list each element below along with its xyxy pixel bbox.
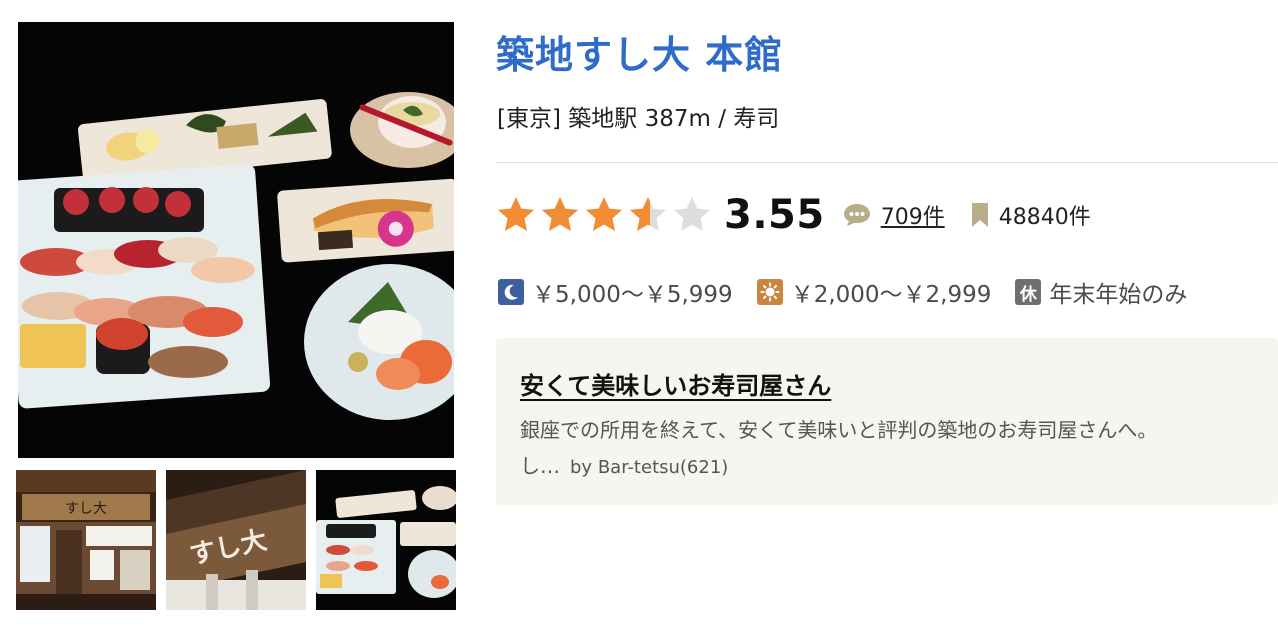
thumbnail-signboard[interactable]: すし大 — [166, 470, 306, 610]
dinner-price: ￥5,000～￥5,999 — [498, 275, 733, 309]
star-icon — [498, 197, 534, 231]
thumbnail-sushi-platter[interactable] — [316, 470, 456, 610]
dinner-price-label: ￥5,000～￥5,999 — [532, 282, 733, 308]
star-icon — [542, 197, 578, 231]
review-body-line2: し… — [520, 454, 560, 478]
star-rating — [496, 195, 712, 235]
star-icon — [630, 197, 666, 231]
sushi-platter-thumb-image — [316, 470, 456, 610]
signboard-image: すし大 — [166, 470, 306, 610]
review-by: by Bar-tetsu(621) — [570, 457, 728, 478]
rating-row: 3.55 709件 48840件 — [496, 190, 1091, 240]
review-title-link[interactable]: 安くて美味しいお寿司屋さん — [520, 366, 831, 401]
station-label: 築地駅 — [568, 106, 638, 132]
review-author-link[interactable]: Bar-tetsu(621) — [598, 457, 729, 478]
restaurant-meta: [東京] 築地駅 387m / 寿司 — [497, 99, 779, 133]
divider — [496, 162, 1278, 163]
rating-score: 3.55 — [724, 192, 825, 238]
price-row: ￥5,000～￥5,999 ￥2,000～￥2,999 休 年末年始のみ — [498, 275, 1211, 309]
review-body: 銀座での所用を終えて、安くて美味いと評判の築地のお寿司屋さんへ。 し… by Ba… — [520, 412, 1278, 486]
main-photo[interactable] — [18, 22, 454, 458]
area-label: [東京] — [497, 106, 561, 132]
moon-icon — [498, 279, 524, 305]
reviews-count-link[interactable]: 709件 — [881, 199, 945, 231]
lunch-price: ￥2,000～￥2,999 — [756, 275, 992, 309]
star-icon — [586, 197, 622, 231]
thumbnail-storefront[interactable]: すし大 — [16, 470, 156, 610]
holiday-info: 休 年末年始のみ — [1015, 275, 1187, 309]
speech-bubble-icon — [843, 202, 871, 228]
holiday-badge-icon: 休 — [1015, 279, 1042, 305]
svg-text:すし大: すし大 — [65, 501, 107, 517]
review-by-prefix: by — [570, 457, 593, 478]
holiday-label: 年末年始のみ — [1049, 282, 1188, 308]
bookmarks-count: 48840件 — [998, 205, 1091, 230]
meta-separator: / — [718, 106, 726, 132]
sushi-platter-image — [18, 22, 454, 458]
lunch-price-label: ￥2,000～￥2,999 — [790, 282, 992, 308]
review-body-line2-wrap: し… by Bar-tetsu(621) — [520, 448, 1278, 486]
restaurant-name[interactable]: 築地すし大 本館 — [496, 24, 783, 79]
genre-label: 寿司 — [733, 106, 780, 132]
storefront-image: すし大 — [16, 470, 156, 610]
bookmark-icon — [971, 202, 989, 228]
review-body-line1: 銀座での所用を終えて、安くて美味いと評判の築地のお寿司屋さんへ。 — [520, 418, 1158, 442]
sun-icon — [756, 279, 783, 305]
distance-label: 387m — [644, 106, 711, 132]
star-icon — [674, 197, 710, 231]
review-card: 安くて美味しいお寿司屋さん 銀座での所用を終えて、安くて美味いと評判の築地のお寿… — [496, 338, 1278, 505]
